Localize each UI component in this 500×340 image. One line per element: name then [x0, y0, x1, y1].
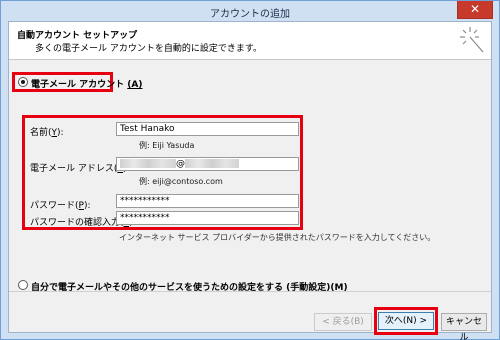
email-at-sign: @ — [176, 159, 185, 169]
setup-wand-icon — [460, 27, 484, 53]
email-example: 例: eiji@contoso.com — [139, 177, 223, 186]
close-button[interactable]: ✕ — [457, 1, 493, 19]
cancel-button[interactable]: キャンセル — [441, 313, 487, 340]
name-label: 名前(Y): — [30, 128, 64, 138]
email-input[interactable]: @ — [116, 157, 299, 171]
next-button[interactable]: 次へ(N) > — [378, 312, 434, 330]
confirm-password-input[interactable]: *********** — [116, 211, 299, 225]
back-button[interactable]: < 戻る(B) — [314, 313, 372, 331]
header-subtitle: 多くの電子メール アカウントを自動的に設定できます。 — [35, 44, 262, 54]
email-redacted-local — [120, 159, 176, 168]
header-title: 自動アカウント セットアップ — [17, 31, 138, 41]
wizard-header: 自動アカウント セットアップ 多くの電子メール アカウントを自動的に設定できます… — [9, 22, 491, 60]
name-input[interactable]: Test Hanako — [116, 122, 299, 136]
title-bar[interactable]: アカウントの追加 ✕ — [1, 1, 499, 21]
close-icon: ✕ — [469, 2, 481, 16]
window-title: アカウントの追加 — [210, 9, 290, 20]
email-label: 電子メール アドレス(E): — [30, 164, 130, 174]
email-account-radio[interactable] — [18, 77, 28, 87]
email-account-label[interactable]: 電子メール アカウント (A) — [31, 77, 142, 90]
password-hint: インターネット サービス プロバイダーから提供されたパスワードを入力してください… — [119, 233, 436, 242]
add-account-dialog: アカウントの追加 ✕ 自動アカウント セットアップ 多くの電子メール アカウント… — [0, 0, 500, 340]
footer-separator — [9, 291, 491, 292]
password-label: パスワード(P): — [30, 201, 91, 211]
email-redacted-domain — [185, 159, 239, 168]
dialog-client: 自動アカウント セットアップ 多くの電子メール アカウントを自動的に設定できます… — [8, 21, 492, 340]
manual-setup-radio[interactable] — [18, 280, 28, 290]
name-example: 例: Eiji Yasuda — [139, 141, 195, 150]
password-input[interactable]: *********** — [116, 194, 299, 208]
